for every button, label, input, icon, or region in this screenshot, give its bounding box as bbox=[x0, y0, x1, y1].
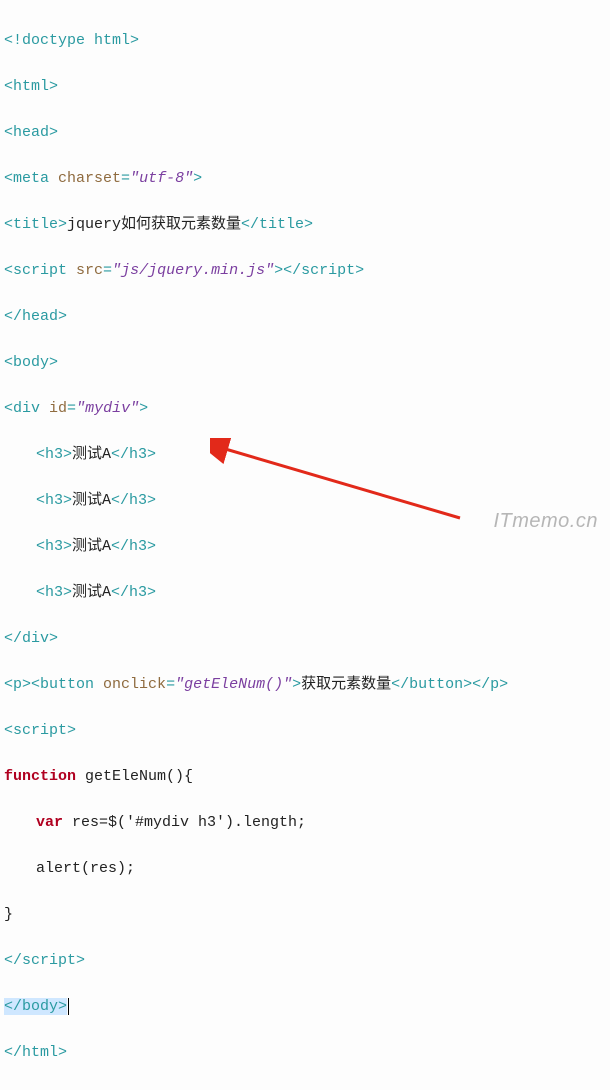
code-token: src bbox=[76, 262, 103, 279]
selected-line: </body> bbox=[4, 998, 67, 1015]
code-token: </head> bbox=[4, 308, 67, 325]
code-token: = bbox=[121, 170, 130, 187]
code-token: <head> bbox=[4, 124, 58, 141]
code-token: </h3> bbox=[111, 492, 156, 509]
code-token: 测试A bbox=[72, 584, 111, 601]
code-token: "utf-8" bbox=[130, 170, 193, 187]
code-token: onclick bbox=[103, 676, 166, 693]
code-token: </h3> bbox=[111, 538, 156, 555]
code-token: charset bbox=[58, 170, 121, 187]
code-token: = bbox=[166, 676, 175, 693]
code-token: <p> bbox=[4, 676, 31, 693]
code-token: jquery如何获取元素数量 bbox=[67, 216, 241, 233]
code-token: id bbox=[49, 400, 67, 417]
code-token: 获取元素数量 bbox=[301, 676, 391, 693]
code-token: </body> bbox=[4, 998, 67, 1015]
code-token: </h3> bbox=[111, 446, 156, 463]
code-token: = bbox=[103, 262, 112, 279]
code-token: <body> bbox=[4, 354, 58, 371]
code-token: <div bbox=[4, 400, 40, 417]
code-token: } bbox=[4, 906, 13, 923]
code-token: <h3> bbox=[36, 538, 72, 555]
code-token: alert(res); bbox=[36, 860, 135, 877]
code-token: <meta bbox=[4, 170, 49, 187]
code-token: </p> bbox=[472, 676, 508, 693]
code-token: </title> bbox=[241, 216, 313, 233]
code-token: 测试A bbox=[72, 446, 111, 463]
code-token: </h3> bbox=[111, 584, 156, 601]
code-token: </html> bbox=[4, 1044, 67, 1061]
code-token: "mydiv" bbox=[76, 400, 139, 417]
code-token: > bbox=[139, 400, 148, 417]
code-token: <h3> bbox=[36, 446, 72, 463]
code-token: </button> bbox=[391, 676, 472, 693]
watermark: ITmemo.cn bbox=[493, 510, 598, 533]
code-token: <title> bbox=[4, 216, 67, 233]
code-token: </script> bbox=[283, 262, 364, 279]
code-token: <button bbox=[31, 676, 94, 693]
code-token: <h3> bbox=[36, 584, 72, 601]
code-token: 测试A bbox=[72, 538, 111, 555]
code-token: getEleNum(){ bbox=[76, 768, 193, 785]
code-token: 测试A bbox=[72, 492, 111, 509]
code-editor: <!doctype html> <html> <head> <meta char… bbox=[0, 0, 610, 1090]
code-token: > bbox=[193, 170, 202, 187]
code-token: <html> bbox=[4, 78, 58, 95]
code-token: <h3> bbox=[36, 492, 72, 509]
code-token: "getEleNum()" bbox=[175, 676, 292, 693]
code-token: <script bbox=[4, 262, 67, 279]
code-token: </div> bbox=[4, 630, 58, 647]
code-token: > bbox=[274, 262, 283, 279]
code-token: = bbox=[67, 400, 76, 417]
code-token: res=$('#mydiv h3').length; bbox=[63, 814, 306, 831]
code-token: function bbox=[4, 768, 76, 785]
code-token: "js/jquery.min.js" bbox=[112, 262, 274, 279]
code-token: var bbox=[36, 814, 63, 831]
text-cursor bbox=[68, 998, 69, 1015]
code-token: <script> bbox=[4, 722, 76, 739]
code-token: <!doctype html> bbox=[4, 32, 139, 49]
code-token: > bbox=[292, 676, 301, 693]
code-token: </script> bbox=[4, 952, 85, 969]
